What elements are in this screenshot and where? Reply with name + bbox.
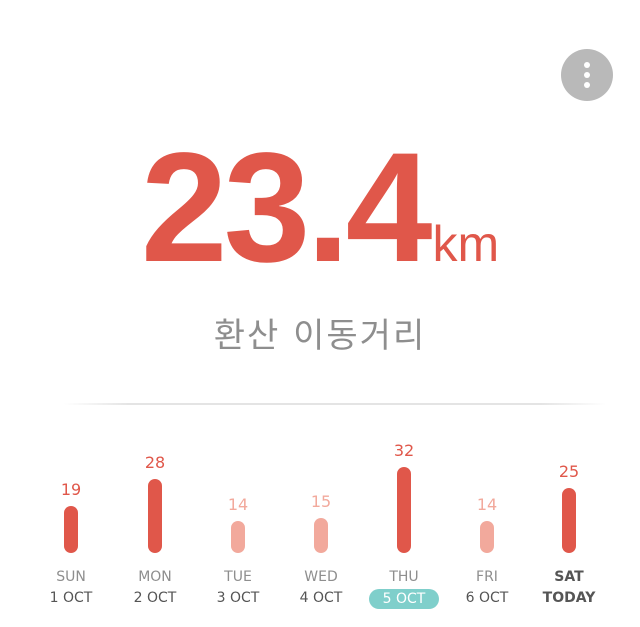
bar bbox=[314, 518, 328, 553]
date-label: 4 OCT bbox=[299, 590, 343, 606]
day-column-wed[interactable]: 15 WED 4 OCT bbox=[281, 410, 361, 620]
bar-value-label: 15 bbox=[310, 492, 332, 511]
weekday-label: THU bbox=[389, 569, 419, 585]
selected-date-badge: 5 OCT bbox=[369, 589, 439, 609]
bar bbox=[231, 521, 245, 553]
bar bbox=[480, 521, 494, 553]
day-column-tue[interactable]: 14 TUE 3 OCT bbox=[198, 410, 278, 620]
weekday-label: WED bbox=[304, 569, 338, 585]
bar bbox=[562, 488, 576, 553]
bar-value-label: 14 bbox=[476, 495, 498, 514]
day-column-thu[interactable]: 32 THU 5 OCT bbox=[364, 410, 444, 620]
bar-value-label: 14 bbox=[227, 495, 249, 514]
bar-value-label: 25 bbox=[558, 462, 580, 481]
date-label: 1 OCT bbox=[49, 590, 93, 606]
date-label: 6 OCT bbox=[465, 590, 509, 606]
bar bbox=[397, 467, 411, 553]
weekday-label: MON bbox=[138, 569, 172, 585]
day-column-fri[interactable]: 14 FRI 6 OCT bbox=[447, 410, 527, 620]
bar-value-label: 19 bbox=[60, 480, 82, 499]
weekday-label: TUE bbox=[224, 569, 252, 585]
bar-value-label: 32 bbox=[393, 441, 415, 460]
weekday-label: SAT bbox=[554, 569, 584, 585]
weekday-label: FRI bbox=[476, 569, 498, 585]
bar bbox=[64, 506, 78, 553]
date-label: 2 OCT bbox=[133, 590, 177, 606]
bar-value-label: 28 bbox=[144, 453, 166, 472]
bar bbox=[148, 479, 162, 553]
day-column-mon[interactable]: 28 MON 2 OCT bbox=[115, 410, 195, 620]
divider bbox=[64, 403, 606, 405]
date-label: TODAY bbox=[542, 590, 596, 606]
date-label: 3 OCT bbox=[216, 590, 260, 606]
distance-value: 23.4 bbox=[140, 121, 433, 295]
day-column-sat[interactable]: 25 SAT TODAY bbox=[529, 410, 609, 620]
distance-display: 23.4 km bbox=[0, 130, 640, 286]
more-vertical-icon bbox=[584, 60, 590, 90]
distance-caption: 환산 이동거리 bbox=[213, 316, 427, 356]
day-column-sun[interactable]: 19 SUN 1 OCT bbox=[31, 410, 111, 620]
more-options-button[interactable] bbox=[561, 49, 613, 101]
distance-unit: km bbox=[432, 216, 500, 272]
weekday-label: SUN bbox=[56, 569, 86, 585]
